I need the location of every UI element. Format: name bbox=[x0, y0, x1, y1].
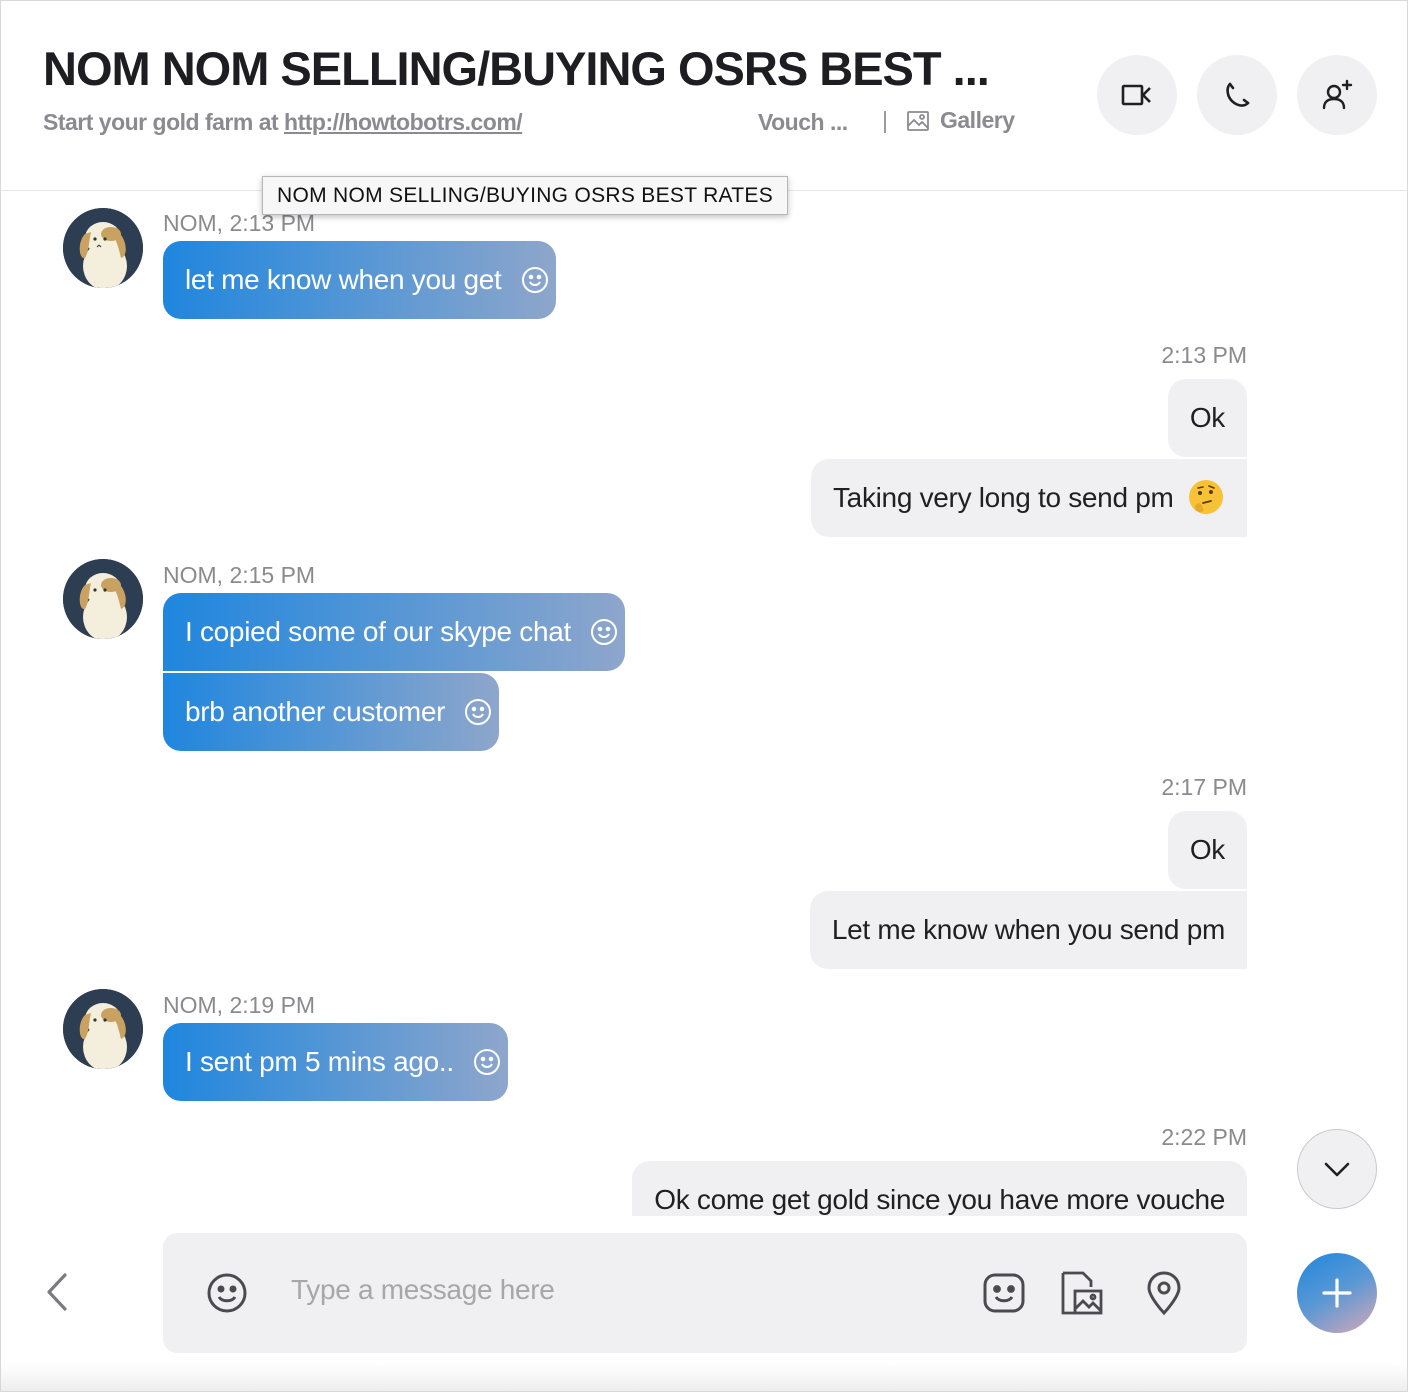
gallery-button[interactable]: Gallery bbox=[906, 107, 1015, 134]
message-text: let me know when you get bbox=[185, 264, 502, 295]
header-divider bbox=[884, 111, 886, 133]
avatar[interactable] bbox=[63, 559, 143, 639]
bunny-avatar-icon bbox=[63, 989, 143, 1069]
share-location-button[interactable] bbox=[1141, 1269, 1187, 1317]
outgoing-message[interactable]: Let me know when you send pm bbox=[809, 891, 1247, 969]
phone-icon bbox=[1226, 82, 1250, 107]
conversation-title[interactable]: NOM NOM SELLING/BUYING OSRS BEST ... bbox=[43, 41, 990, 96]
incoming-message[interactable]: brb another customer bbox=[163, 673, 500, 751]
audio-call-button[interactable] bbox=[1197, 55, 1277, 135]
message-text: Taking very long to send pm bbox=[832, 482, 1174, 513]
gallery-icon bbox=[907, 110, 929, 131]
message-text: Ok come get gold since you have more vou… bbox=[654, 1184, 1225, 1215]
message-input[interactable] bbox=[291, 1267, 911, 1313]
bunny-avatar-icon bbox=[63, 208, 143, 288]
sender-label: NOM, 2:19 PM bbox=[163, 992, 316, 1018]
conversation-topic: Start your gold farm at http://howtobotr… bbox=[43, 109, 523, 136]
emoji-picker-button[interactable] bbox=[205, 1271, 249, 1315]
message-text: brb another customer bbox=[185, 696, 446, 727]
outgoing-message[interactable]: Ok come get gold since you have more vou… bbox=[632, 1161, 1247, 1216]
vouch-link[interactable]: Vouch ... bbox=[758, 109, 848, 136]
add-reaction-button[interactable] bbox=[589, 599, 619, 645]
gallery-label: Gallery bbox=[940, 107, 1015, 133]
sender-label: NOM, 2:15 PM bbox=[163, 562, 316, 588]
plus-icon bbox=[1322, 1278, 1352, 1308]
message-text: Ok bbox=[1189, 834, 1225, 865]
emoji-icon bbox=[207, 1273, 247, 1313]
back-button[interactable] bbox=[37, 1269, 77, 1315]
smiley-icon bbox=[473, 1049, 500, 1075]
title-tooltip: NOM NOM SELLING/BUYING OSRS BEST RATES bbox=[262, 176, 789, 215]
file-image-icon bbox=[1061, 1271, 1103, 1315]
sticker-icon bbox=[983, 1273, 1025, 1313]
smiley-icon bbox=[591, 619, 618, 645]
avatar[interactable] bbox=[63, 989, 143, 1069]
message-list[interactable]: NOM, 2:13 PM let me know when you get 2:… bbox=[1, 192, 1407, 1216]
window-bottom-edge bbox=[1, 1363, 1407, 1391]
add-participant-button[interactable] bbox=[1297, 55, 1377, 135]
incoming-message[interactable]: I sent pm 5 mins ago.. bbox=[163, 1023, 508, 1101]
message-time: 2:17 PM bbox=[1161, 774, 1247, 800]
message-text: I sent pm 5 mins ago.. bbox=[185, 1046, 454, 1077]
incoming-message[interactable]: let me know when you get bbox=[163, 241, 556, 319]
message-time: 2:13 PM bbox=[1161, 342, 1247, 368]
incoming-message[interactable]: I copied some of our skype chat bbox=[163, 593, 626, 671]
topic-link[interactable]: http://howtobotrs.com/ bbox=[284, 109, 523, 135]
smiley-icon bbox=[465, 699, 492, 725]
add-reaction-button[interactable] bbox=[463, 679, 493, 725]
add-reaction-button[interactable] bbox=[520, 247, 550, 293]
send-file-button[interactable] bbox=[1059, 1269, 1105, 1317]
topic-text: Start your gold farm at bbox=[43, 109, 285, 135]
add-reaction-button[interactable] bbox=[472, 1029, 502, 1075]
outgoing-message[interactable]: Ok bbox=[1167, 811, 1247, 889]
avatar[interactable] bbox=[63, 208, 143, 288]
bunny-avatar-icon bbox=[63, 559, 143, 639]
message-text: Let me know when you send pm bbox=[831, 914, 1225, 945]
smiley-icon bbox=[521, 267, 548, 293]
video-camera-icon bbox=[1121, 84, 1151, 106]
chat-window: NOM NOM SELLING/BUYING OSRS BEST ... Sta… bbox=[0, 0, 1408, 1392]
message-text: Ok bbox=[1189, 402, 1225, 433]
add-person-icon bbox=[1322, 79, 1353, 110]
message-time: 2:22 PM bbox=[1161, 1124, 1247, 1150]
location-pin-icon bbox=[1147, 1271, 1181, 1316]
thinking-face-emoji-icon bbox=[1189, 479, 1223, 514]
chevron-down-icon bbox=[1324, 1162, 1350, 1177]
sticker-button[interactable] bbox=[981, 1269, 1027, 1317]
more-actions-button[interactable] bbox=[1297, 1253, 1377, 1333]
outgoing-message[interactable]: Ok bbox=[1167, 379, 1247, 457]
outgoing-message[interactable]: Taking very long to send pm bbox=[810, 459, 1247, 537]
message-text: I copied some of our skype chat bbox=[185, 616, 572, 647]
scroll-to-bottom-button[interactable] bbox=[1297, 1129, 1377, 1209]
conversation-header: NOM NOM SELLING/BUYING OSRS BEST ... Sta… bbox=[1, 1, 1407, 191]
chevron-left-icon bbox=[47, 1273, 67, 1311]
video-call-button[interactable] bbox=[1097, 55, 1177, 135]
